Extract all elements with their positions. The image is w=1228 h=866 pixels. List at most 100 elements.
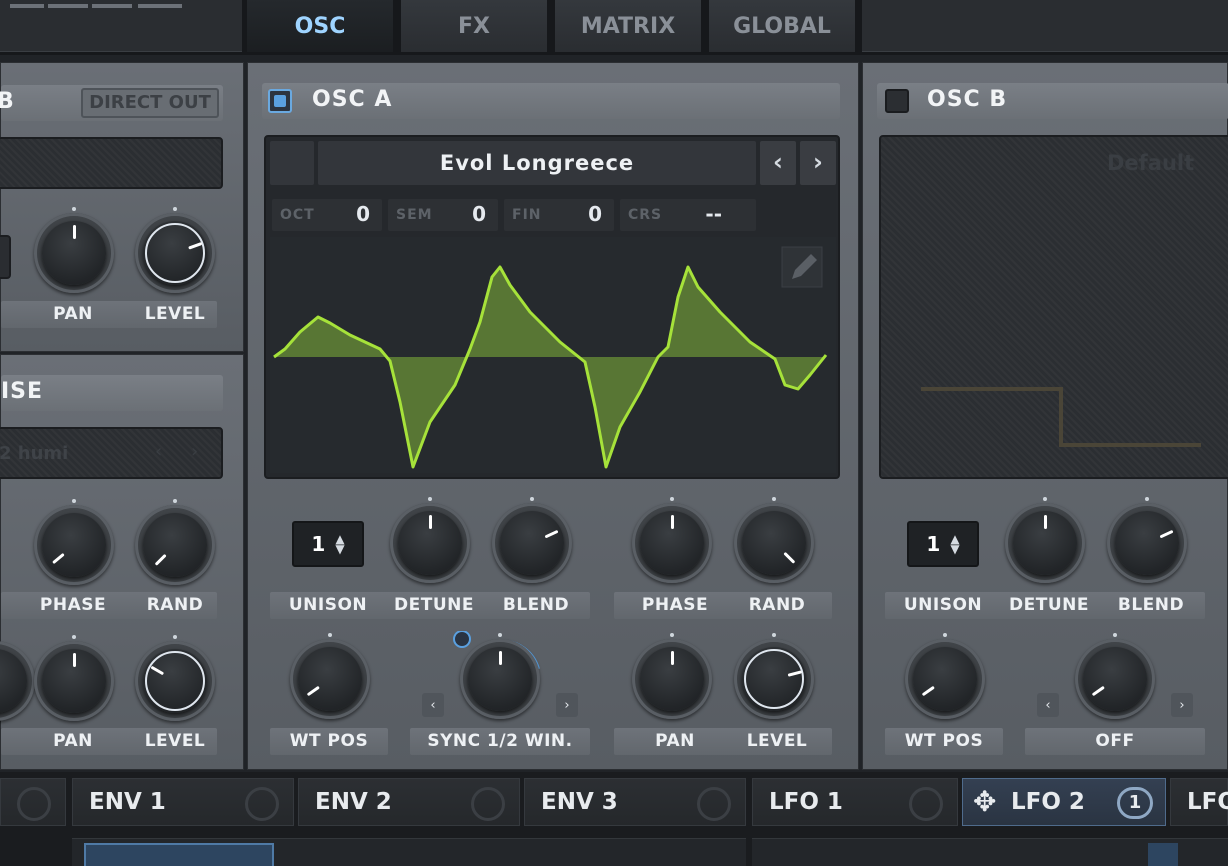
- osc-b-header: OSC B: [877, 83, 1228, 119]
- blend-label: BLEND: [502, 595, 570, 615]
- mod-indicator-icon: [909, 787, 943, 821]
- osc-a-panel: OSC A Evol Longreece ‹ › OCT 0 SEM 0 FIN…: [247, 62, 859, 770]
- osc-a-wt-pos-knob[interactable]: [290, 633, 370, 719]
- osc-b-warp-next-icon[interactable]: ›: [1171, 693, 1193, 717]
- wavetable-menu-button[interactable]: [270, 141, 314, 185]
- mod-tab-partial[interactable]: [0, 778, 66, 826]
- mod-indicator-icon: [17, 787, 51, 821]
- osc-a-display: Evol Longreece ‹ › OCT 0 SEM 0 FIN 0 CRS: [264, 135, 840, 479]
- noise-preset-name: 2 humi: [0, 443, 69, 464]
- sem-field[interactable]: SEM 0: [388, 199, 498, 231]
- spin-arrows-icon[interactable]: ▲ ▼: [335, 533, 344, 555]
- tab-env2[interactable]: ENV 2: [298, 778, 520, 826]
- noise-header: ISE: [1, 375, 223, 411]
- synth-window: OSC FX MATRIX GLOBAL B DIRECT OUT PAN LE…: [0, 0, 1228, 866]
- tab-lfo2[interactable]: ✥ LFO 2 1: [962, 778, 1166, 826]
- warp-prev-icon[interactable]: ‹: [422, 693, 444, 717]
- osc-b-label-bar-2a: WT POS: [885, 728, 1003, 755]
- pan-label: PAN: [53, 731, 93, 751]
- sub-octave-box[interactable]: [0, 235, 11, 279]
- chevron-right-icon[interactable]: ›: [800, 141, 836, 185]
- osc-a-blend-knob[interactable]: [492, 497, 572, 583]
- osc-b-preset-name: Default: [1107, 151, 1195, 175]
- tab-osc[interactable]: OSC: [247, 0, 393, 52]
- mod-source-indicator[interactable]: [453, 631, 471, 648]
- top-tab-bar: OSC FX MATRIX GLOBAL: [0, 0, 1228, 55]
- sub-pan-knob[interactable]: [34, 207, 114, 293]
- pitch-row: OCT 0 SEM 0 FIN 0 CRS --: [272, 199, 756, 231]
- top-left-segment: [0, 0, 242, 52]
- osc-b-warp-prev-icon[interactable]: ‹: [1037, 693, 1059, 717]
- osc-a-pan-knob[interactable]: [632, 633, 712, 719]
- sub-title: B: [0, 89, 15, 114]
- warp-mode-label[interactable]: SYNC 1/2 WIN.: [410, 728, 590, 755]
- osc-a-label-bar-1: UNISON DETUNE BLEND: [270, 592, 590, 619]
- sub-header: B DIRECT OUT: [0, 85, 223, 121]
- osc-a-unison-field[interactable]: 1 ▲ ▼: [292, 521, 364, 567]
- noise-panel: ISE 2 humi ‹ › PHASE RAND PAN LEVEL: [0, 354, 244, 770]
- indicator-line: [10, 4, 44, 8]
- osc-b-enable-checkbox[interactable]: [885, 89, 909, 113]
- mod-indicator-icon: [245, 787, 279, 821]
- crs-field[interactable]: CRS --: [620, 199, 756, 231]
- move-icon[interactable]: ✥: [973, 785, 996, 818]
- osc-b-warp-knob[interactable]: [1075, 633, 1155, 719]
- osc-a-enable-checkbox[interactable]: [268, 89, 292, 113]
- tab-global[interactable]: GLOBAL: [709, 0, 855, 52]
- osc-a-rand-knob[interactable]: [734, 497, 814, 583]
- sub-level-knob[interactable]: [135, 207, 215, 293]
- top-right-segment: [862, 0, 1228, 52]
- osc-a-title: OSC A: [312, 87, 393, 112]
- wavetable-name[interactable]: Evol Longreece: [318, 141, 756, 185]
- pan-label: PAN: [655, 731, 695, 751]
- osc-b-blend-knob[interactable]: [1107, 497, 1187, 583]
- osc-a-warp-knob[interactable]: [460, 633, 540, 719]
- tab-matrix[interactable]: MATRIX: [555, 0, 701, 52]
- phase-label: PHASE: [641, 595, 709, 615]
- level-label: LEVEL: [746, 731, 808, 751]
- wt-pos-label: WT POS: [904, 731, 984, 751]
- osc-a-label-bar-1b: PHASE RAND: [614, 592, 832, 619]
- env-shape-preview: [84, 843, 274, 866]
- lfo-shape-preview: [1148, 843, 1178, 866]
- osc-b-detune-knob[interactable]: [1005, 497, 1085, 583]
- unison-label: UNISON: [288, 595, 368, 615]
- noise-partial-knob[interactable]: [0, 641, 35, 721]
- osc-a-level-knob[interactable]: [734, 633, 814, 719]
- lfo2-mod-count-badge: 1: [1117, 787, 1153, 819]
- osc-b-unison-field[interactable]: 1 ▲ ▼: [907, 521, 979, 567]
- tab-fx[interactable]: FX: [401, 0, 547, 52]
- noise-prev-icon[interactable]: ‹: [155, 441, 162, 462]
- osc-a-phase-knob[interactable]: [632, 497, 712, 583]
- indicator-line: [48, 4, 88, 8]
- env-editor-strip: [72, 838, 746, 866]
- osc-b-display: Default: [879, 135, 1228, 479]
- warp-next-icon[interactable]: ›: [556, 693, 578, 717]
- noise-level-knob[interactable]: [135, 635, 215, 721]
- noise-label-bar-1: PHASE RAND: [1, 592, 217, 619]
- fin-field[interactable]: FIN 0: [504, 199, 614, 231]
- osc-b-wt-pos-knob[interactable]: [905, 633, 985, 719]
- indicator-line: [138, 4, 182, 8]
- indicator-line: [92, 4, 132, 8]
- tab-env1[interactable]: ENV 1: [72, 778, 294, 826]
- osc-b-dim-wave: [921, 387, 1201, 447]
- noise-pan-knob[interactable]: [34, 635, 114, 721]
- oct-field[interactable]: OCT 0: [272, 199, 382, 231]
- noise-title: ISE: [1, 379, 44, 404]
- chevron-left-icon[interactable]: ‹: [760, 141, 796, 185]
- osc-b-label-bar-2b: OFF: [1025, 728, 1205, 755]
- noise-rand-knob[interactable]: [135, 499, 215, 585]
- direct-out-button[interactable]: DIRECT OUT: [81, 88, 219, 118]
- tab-lfo1[interactable]: LFO 1: [752, 778, 958, 826]
- spin-arrows-icon[interactable]: ▲ ▼: [950, 533, 959, 555]
- warp-off-label[interactable]: OFF: [1025, 728, 1205, 755]
- noise-next-icon[interactable]: ›: [191, 441, 198, 462]
- noise-phase-knob[interactable]: [34, 499, 114, 585]
- sub-display: [0, 137, 223, 189]
- osc-b-panel: OSC B Default 1 ▲▼ UNISON DETUNE BLEND: [862, 62, 1228, 770]
- tab-env3[interactable]: ENV 3: [524, 778, 746, 826]
- osc-a-detune-knob[interactable]: [390, 497, 470, 583]
- osc-a-label-bar-2b: SYNC 1/2 WIN.: [410, 728, 590, 755]
- tab-lfo-partial[interactable]: LFO: [1170, 778, 1228, 826]
